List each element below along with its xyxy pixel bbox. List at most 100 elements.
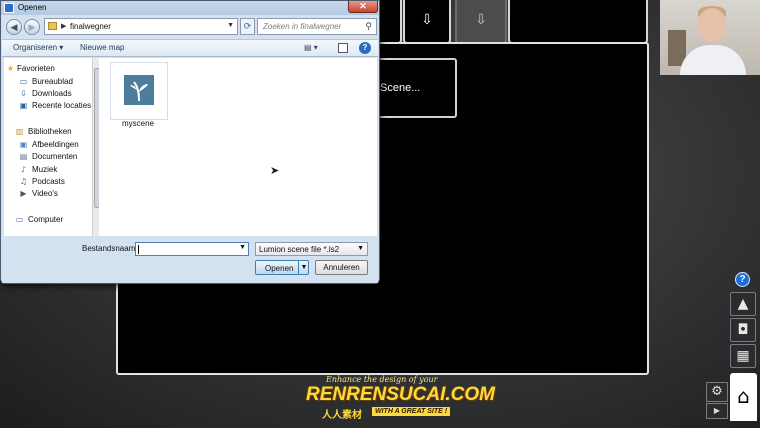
text-caret xyxy=(138,245,139,254)
open-button[interactable]: Openen ▼ xyxy=(255,260,309,275)
file-list: myscene ➤ xyxy=(99,58,377,236)
file-item[interactable] xyxy=(110,62,168,120)
camera-icon: ◘ xyxy=(737,322,749,338)
refresh-button[interactable]: ⟳ xyxy=(240,18,255,35)
file-name: myscene xyxy=(121,119,154,128)
download-icon: ⇩ xyxy=(20,89,27,98)
settings-button[interactable]: ⚙ xyxy=(706,382,728,402)
open-split-dropdown[interactable]: ▼ xyxy=(298,261,309,274)
desktop-icon: ▭ xyxy=(19,77,28,86)
nav-favorites-label: Favorieten xyxy=(17,64,55,73)
podcast-icon: ♫ xyxy=(19,177,28,186)
nav-downloads-label: Downloads xyxy=(32,89,72,98)
folder-icon xyxy=(48,22,57,30)
dialog-title: Openen xyxy=(18,3,47,12)
address-text: finalwegner xyxy=(70,22,111,31)
play-button[interactable]: ▶ xyxy=(706,403,728,419)
search-input[interactable]: Zoeken in finalwegner ⚲ xyxy=(257,18,377,35)
nav-pictures[interactable]: ▣ Afbeeldingen xyxy=(4,139,92,151)
watermark-tagline: Enhance the design of your xyxy=(326,375,438,384)
cancel-button[interactable]: Annuleren xyxy=(315,260,368,275)
computer-icon: ▭ xyxy=(15,215,24,224)
nav-desktop-label: Bureaublad xyxy=(32,77,73,86)
nav-recent[interactable]: ▣ Recente locaties xyxy=(4,100,92,112)
nav-favorites[interactable]: ★ Favorieten xyxy=(4,63,92,75)
landscape-icon: ▲ xyxy=(737,296,749,312)
chevron-down-icon[interactable]: ▼ xyxy=(227,22,234,29)
nav-podcasts-label: Podcasts xyxy=(32,177,65,186)
scene-label: Scene... xyxy=(380,82,421,94)
nav-downloads[interactable]: ⇩ Downloads xyxy=(4,88,92,100)
search-icon: ⚲ xyxy=(365,21,372,31)
preview-pane-button[interactable] xyxy=(338,43,348,53)
music-icon: ♪ xyxy=(20,165,27,174)
nav-computer-label: Computer xyxy=(28,215,64,224)
recent-places-icon: ▣ xyxy=(19,101,28,110)
nav-music-label: Muziek xyxy=(32,165,58,174)
save-scene-as-tile[interactable]: ⇩ xyxy=(455,0,507,44)
landscape-mode-button[interactable]: ▲ xyxy=(730,292,756,316)
nav-recent-label: Recente locaties xyxy=(32,101,92,110)
nav-documents[interactable]: ▤ Documenten xyxy=(4,151,92,163)
watermark-brand: RENRENSUCAI.COM xyxy=(306,384,495,405)
nav-libraries-label: Bibliotheken xyxy=(28,127,72,136)
nav-pictures-label: Afbeeldingen xyxy=(32,140,79,149)
library-icon: ▥ xyxy=(15,127,24,136)
new-folder-button[interactable]: Nieuwe map xyxy=(80,43,124,52)
dialog-titlebar[interactable]: Openen ✕ xyxy=(1,1,379,15)
nav-libraries[interactable]: ▥ Bibliotheken xyxy=(4,126,92,138)
nav-documents-label: Documenten xyxy=(32,152,78,161)
movie-mode-button[interactable]: ▦ xyxy=(730,344,756,368)
chevron-right-icon: ▶ xyxy=(61,23,67,30)
nav-music[interactable]: ♪ Muziek xyxy=(4,164,92,176)
app-icon xyxy=(4,3,14,13)
gear-icon: ⚙ xyxy=(711,384,723,399)
save-scene-tile[interactable]: ⇩ xyxy=(403,0,451,44)
chevron-down-icon: ▼ xyxy=(357,245,364,252)
watermark-slogan: WITH A GREAT SITE ! xyxy=(372,407,451,416)
help-button[interactable]: ? xyxy=(735,272,750,287)
filetype-value: Lumion scene file *.ls2 xyxy=(259,245,340,254)
search-placeholder: Zoeken in finalwegner xyxy=(263,22,342,31)
filetype-select[interactable]: Lumion scene file *.ls2 ▼ xyxy=(255,242,368,256)
save-icon: ⇩ xyxy=(421,12,433,28)
mouse-cursor-icon: ➤ xyxy=(270,164,280,177)
watermark-logo: Enhance the design of your RENRENSUCAI.C… xyxy=(302,373,495,425)
webcam-overlay xyxy=(660,0,760,75)
documents-icon: ▤ xyxy=(19,152,28,161)
watermark-chinese: 人人素材 xyxy=(322,410,362,421)
nav-videos-label: Video's xyxy=(32,189,58,198)
nav-desktop[interactable]: ▭ Bureaublad xyxy=(4,76,92,88)
forward-button[interactable]: ▶ xyxy=(24,19,40,35)
film-icon: ▦ xyxy=(736,348,750,364)
nav-videos[interactable]: ▶ Video's xyxy=(4,188,92,200)
chevron-down-icon[interactable]: ▼ xyxy=(239,244,246,251)
save-icon: ⇩ xyxy=(475,12,487,28)
lumion-file-icon xyxy=(124,75,154,105)
dialog-footer: Bestandsnaam: ▼ Lumion scene file *.ls2 … xyxy=(2,237,378,283)
home-button[interactable]: ⌂ xyxy=(730,373,757,421)
filename-input[interactable]: ▼ xyxy=(135,242,249,256)
video-icon: ▶ xyxy=(20,189,27,198)
open-dialog: Openen ✕ ◀ ▶ ▶ finalwegner ▼ ⟳ Zoeken in… xyxy=(0,0,380,284)
address-bar[interactable]: ▶ finalwegner ▼ xyxy=(44,18,238,35)
navigation-pane: ★ Favorieten ▭ Bureaublad ⇩ Downloads ▣ … xyxy=(4,58,100,236)
photo-mode-button[interactable]: ◘ xyxy=(730,318,756,342)
home-icon: ⌂ xyxy=(737,384,750,408)
help-icon[interactable]: ? xyxy=(359,42,371,54)
navigation-row: ◀ ▶ ▶ finalwegner ▼ ⟳ Zoeken in finalweg… xyxy=(4,17,377,37)
pictures-icon: ▣ xyxy=(19,140,28,149)
scene-button[interactable]: Scene... xyxy=(370,58,457,118)
close-button[interactable]: ✕ xyxy=(348,1,378,13)
filename-label: Bestandsnaam: xyxy=(82,244,138,253)
organize-menu[interactable]: Organiseren ▾ xyxy=(13,43,63,52)
dialog-toolbar: Organiseren ▾ Nieuwe map ▤ ▾ ? xyxy=(2,39,378,57)
star-icon: ★ xyxy=(6,64,15,73)
view-options-button[interactable]: ▤ ▾ xyxy=(304,43,318,52)
back-button[interactable]: ◀ xyxy=(6,19,22,35)
nav-computer[interactable]: ▭ Computer xyxy=(4,214,92,226)
open-label: Openen xyxy=(265,264,294,273)
nav-podcasts[interactable]: ♫ Podcasts xyxy=(4,176,92,188)
organize-label: Organiseren xyxy=(13,43,58,52)
top-tile-right[interactable] xyxy=(508,0,648,44)
